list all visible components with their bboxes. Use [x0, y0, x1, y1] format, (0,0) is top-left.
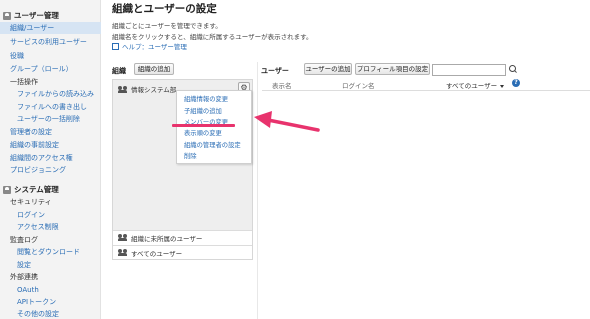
unassigned-label: 組織に未所属のユーザー	[131, 234, 203, 243]
menu-item-org-admin[interactable]: 組織の管理者の設定	[184, 140, 241, 149]
org-label: 組織	[112, 67, 126, 75]
org-people-icon	[118, 85, 127, 93]
sidebar-item-export-file[interactable]: ファイルへの書き出し	[17, 101, 87, 113]
page-description-1: 組織ごとにユーザーを管理できます。	[112, 22, 222, 30]
page-title: 組織とユーザーの設定	[112, 3, 217, 15]
col-login-name: ログイン名	[342, 82, 375, 90]
sidebar-item-org-users[interactable]: 組織/ユーザー	[0, 22, 101, 34]
profile-fields-button[interactable]: プロフィール項目の設定	[355, 63, 430, 75]
org-item-unassigned[interactable]: 組織に未所属のユーザー	[113, 230, 252, 244]
org-item-info-sys[interactable]: 情報システム部	[118, 84, 176, 94]
col-display-name: 表示名	[272, 82, 292, 90]
sidebar-item-api-token[interactable]: APIトークン	[17, 296, 56, 308]
menu-item-change-order[interactable]: 表示順の変更	[184, 128, 222, 137]
sidebar-item-security: セキュリティ	[10, 198, 52, 206]
sidebar-item-bulk-delete[interactable]: ユーザーの一括削除	[17, 113, 80, 125]
panel-divider	[257, 62, 258, 319]
user-management-header: ユーザー管理	[3, 10, 59, 21]
table-header-line	[262, 90, 590, 91]
sidebar-item-groups[interactable]: グループ（ロール）	[10, 63, 73, 75]
menu-item-delete[interactable]: 削除	[184, 151, 197, 160]
sidebar-item-provisioning[interactable]: プロビジョニング	[10, 164, 66, 176]
sidebar-item-oauth[interactable]: OAuth	[17, 284, 39, 296]
user-admin-icon	[3, 11, 11, 20]
highlight-underline	[172, 124, 235, 127]
sidebar-item-import-file[interactable]: ファイルからの読み込み	[17, 88, 94, 100]
sidebar-item-service-users[interactable]: サービスの利用ユーザー	[10, 36, 87, 48]
org-context-menu: 組織情報の変更 子組織の追加 メンバーの変更 表示順の変更 組織の管理者の設定 …	[176, 90, 252, 164]
users-label: ユーザー	[261, 67, 289, 75]
sidebar-item-integrations: 外部連携	[10, 273, 38, 281]
sidebar-item-other-settings[interactable]: その他の設定	[17, 308, 59, 319]
add-user-button[interactable]: ユーザーの追加	[304, 63, 352, 75]
sidebar: ユーザー管理 組織/ユーザー サービスの利用ユーザー 役職 グループ（ロール） …	[0, 0, 101, 319]
user-filter-value: すべてのユーザー	[446, 82, 498, 90]
help-link[interactable]: ヘルプ：ユーザー管理	[112, 41, 187, 51]
sidebar-item-audit-log: 監査ログ	[10, 236, 38, 244]
sidebar-item-org-presets[interactable]: 組織の事前設定	[10, 139, 59, 151]
sidebar-item-bulk-ops: 一括操作	[10, 78, 38, 86]
sidebar-item-org-access[interactable]: 組織間のアクセス権	[10, 152, 73, 164]
org-item-name: 情報システム部	[131, 86, 177, 94]
all-users-label: すべてのユーザー	[131, 249, 183, 258]
all-users-people-icon	[118, 249, 127, 256]
sidebar-item-log-settings[interactable]: 設定	[17, 259, 31, 271]
user-filter-select[interactable]: すべてのユーザー	[446, 80, 505, 90]
add-org-button[interactable]: 組織の追加	[134, 63, 174, 75]
menu-item-edit-org[interactable]: 組織情報の変更	[184, 94, 228, 103]
search-icon[interactable]	[509, 65, 518, 74]
system-admin-icon	[3, 185, 11, 194]
user-management-title: ユーザー管理	[14, 11, 59, 20]
sidebar-item-admin-settings[interactable]: 管理者の設定	[10, 126, 52, 138]
sidebar-item-login[interactable]: ログイン	[17, 209, 45, 221]
org-item-all-users[interactable]: すべてのユーザー	[113, 245, 252, 259]
unassigned-people-icon	[118, 234, 127, 241]
system-management-header: システム管理	[3, 184, 59, 195]
sidebar-item-positions[interactable]: 役職	[10, 50, 24, 62]
menu-item-add-child[interactable]: 子組織の追加	[184, 106, 222, 115]
user-search-input[interactable]	[432, 64, 506, 76]
chevron-down-icon	[500, 84, 505, 88]
page-description-2: 組織名をクリックすると、組織に所属するユーザーが表示されます。	[112, 33, 313, 41]
system-management-title: システム管理	[14, 185, 59, 194]
sidebar-item-view-download[interactable]: 閲覧とダウンロード	[17, 246, 80, 258]
help-link-text: ヘルプ：ユーザー管理	[122, 43, 187, 51]
external-link-icon	[112, 42, 119, 50]
help-icon[interactable]: ?	[512, 79, 520, 87]
sidebar-item-access-restriction[interactable]: アクセス制限	[17, 221, 59, 233]
